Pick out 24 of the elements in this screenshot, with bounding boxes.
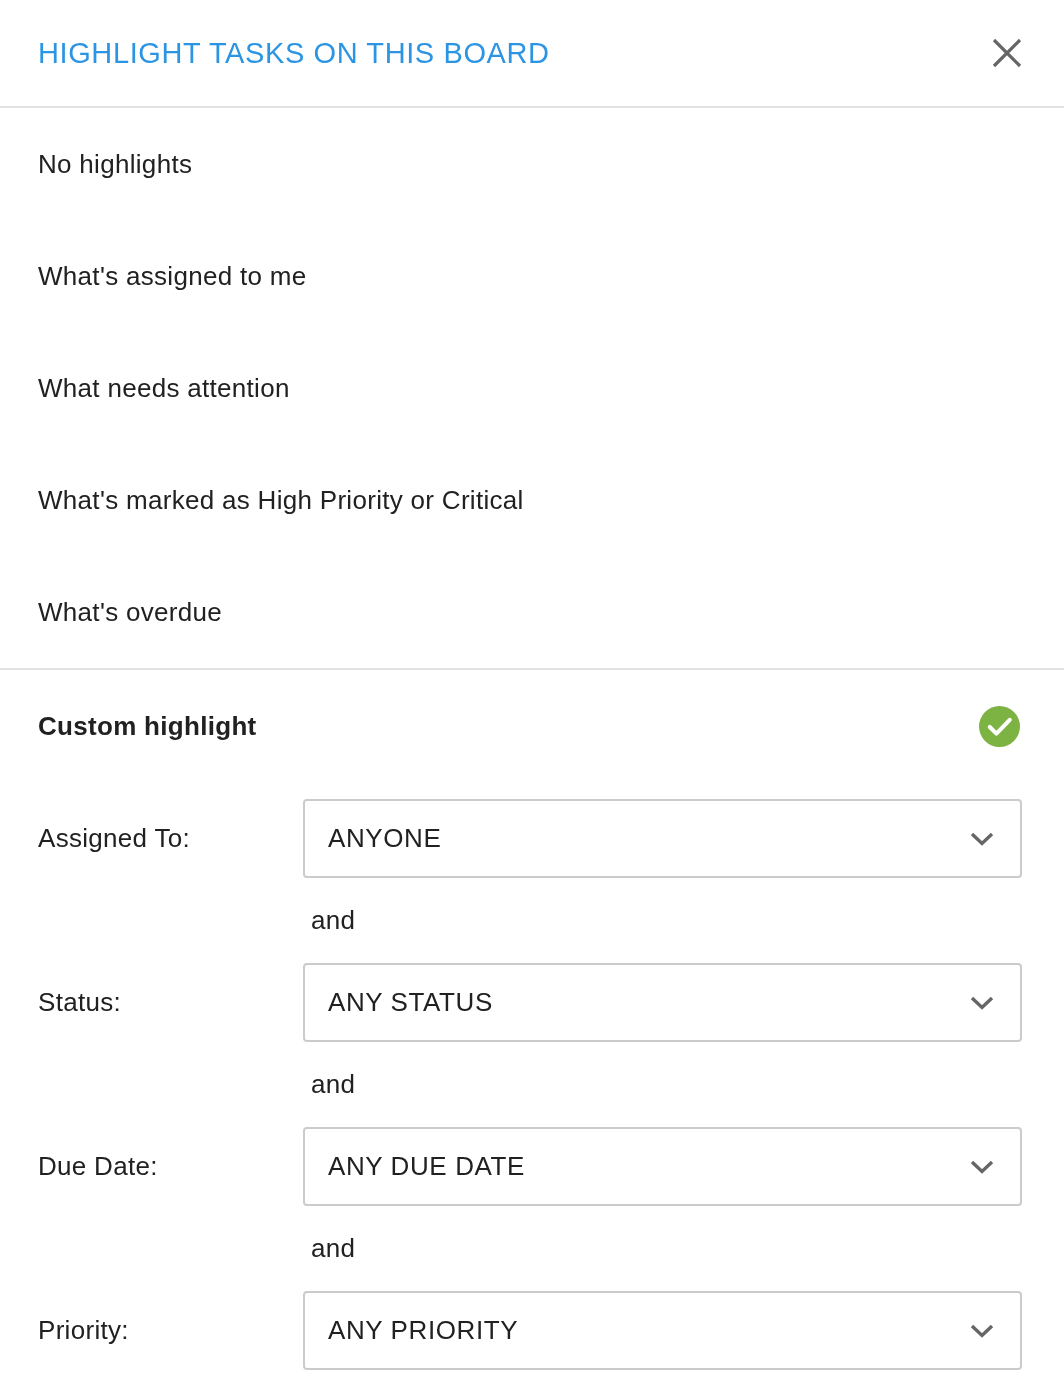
highlight-option[interactable]: What's marked as High Priority or Critical xyxy=(0,444,1064,556)
filter-label: Assigned To: xyxy=(38,823,191,854)
close-button[interactable] xyxy=(992,38,1022,68)
chevron-down-icon xyxy=(970,995,994,1010)
filter-label: Priority: xyxy=(38,1315,130,1346)
highlight-option[interactable]: What needs attention xyxy=(0,332,1064,444)
filter-label: Status: xyxy=(38,987,123,1018)
and-connector-text: and xyxy=(311,1069,356,1100)
custom-highlight-option[interactable]: Custom highlight xyxy=(0,670,1064,782)
highlight-option[interactable]: What's overdue xyxy=(0,556,1064,668)
chevron-down-icon xyxy=(970,1159,994,1174)
close-icon xyxy=(992,38,1022,68)
filter-dropdown[interactable]: ANY PRIORITY xyxy=(303,1291,1022,1370)
chevron-down-icon xyxy=(970,831,994,846)
filter-dropdown[interactable]: ANYONE xyxy=(303,799,1022,878)
and-connector-text: and xyxy=(311,1233,356,1264)
and-connector-text: and xyxy=(311,905,356,936)
highlight-option[interactable]: No highlights xyxy=(0,108,1064,220)
chevron-down-icon xyxy=(970,1323,994,1338)
filter-dropdown[interactable]: ANY DUE DATE xyxy=(303,1127,1022,1206)
dialog-title: HIGHLIGHT TASKS ON THIS BOARD xyxy=(38,36,550,70)
filter-dropdown[interactable]: ANY STATUS xyxy=(303,963,1022,1042)
filter-label: Due Date: xyxy=(38,1151,159,1182)
highlight-option[interactable]: What's assigned to me xyxy=(0,220,1064,332)
